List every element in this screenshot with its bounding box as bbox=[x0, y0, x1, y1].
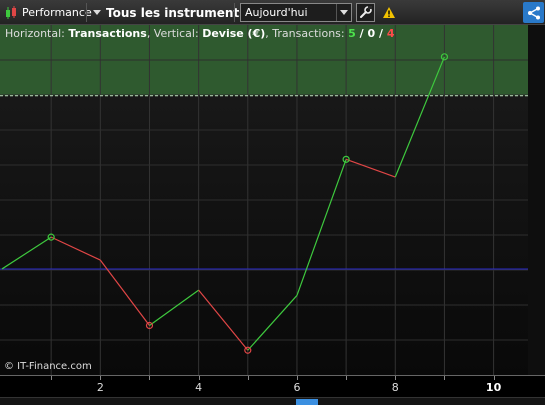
x-tick-label: 6 bbox=[293, 381, 301, 394]
candlestick-icon bbox=[6, 5, 16, 19]
series-segment bbox=[198, 289, 249, 351]
share-button[interactable] bbox=[523, 2, 544, 23]
toolbar: Performance Tous les instruments Aujourd… bbox=[0, 0, 545, 25]
x-tick bbox=[51, 376, 53, 380]
warning-icon bbox=[382, 7, 395, 18]
horizontal-value: Transactions bbox=[68, 27, 147, 40]
x-tick bbox=[198, 376, 200, 380]
x-tick-label: 2 bbox=[96, 381, 104, 394]
transactions-prefix: , Transactions: bbox=[265, 27, 349, 40]
toolbar-divider bbox=[86, 3, 87, 22]
horizontal-prefix: Horizontal: bbox=[5, 27, 69, 40]
performance-label: Performance bbox=[22, 6, 92, 19]
x-tick bbox=[247, 376, 249, 380]
series-segment bbox=[149, 289, 199, 326]
count-separator: / bbox=[355, 27, 368, 40]
x-tick bbox=[149, 376, 151, 380]
count-separator: / bbox=[375, 27, 387, 40]
chart-plot bbox=[0, 25, 528, 375]
share-icon bbox=[527, 6, 540, 19]
chart-header: Horizontal: Transactions, Vertical: Devi… bbox=[5, 27, 394, 40]
x-tick bbox=[296, 376, 298, 380]
series-segment bbox=[345, 158, 396, 178]
series-segment bbox=[247, 295, 298, 351]
losses-count: 4 bbox=[386, 27, 395, 40]
period-value: Aujourd'hui bbox=[245, 6, 308, 19]
instruments-dropdown[interactable]: Tous les instruments bbox=[93, 0, 246, 25]
wins-count: 5 bbox=[348, 27, 356, 40]
vertical-value: Devise (€) bbox=[202, 27, 266, 40]
performance-button[interactable]: Performance bbox=[4, 0, 92, 25]
chevron-down-icon bbox=[93, 10, 101, 15]
neutral-count: 0 bbox=[367, 27, 376, 40]
horizontal-scrollbar[interactable] bbox=[0, 397, 545, 405]
instruments-label: Tous les instruments bbox=[106, 5, 247, 20]
series-segment bbox=[50, 236, 101, 261]
x-tick bbox=[346, 376, 348, 380]
performance-chart[interactable]: Horizontal: Transactions, Vertical: Devi… bbox=[0, 25, 528, 375]
x-tick bbox=[444, 376, 446, 380]
chevron-down-icon[interactable] bbox=[336, 4, 351, 21]
x-tick-label: 8 bbox=[391, 381, 399, 394]
series-segment bbox=[1, 236, 52, 270]
copyright-text: © IT-Finance.com bbox=[4, 361, 92, 372]
x-tick-label: 4 bbox=[195, 381, 203, 394]
wrench-icon bbox=[360, 6, 372, 18]
x-tick bbox=[100, 376, 102, 380]
vertical-prefix: , Vertical: bbox=[146, 27, 203, 40]
period-select[interactable]: Aujourd'hui bbox=[240, 3, 352, 22]
toolbar-divider bbox=[234, 3, 235, 22]
right-scale bbox=[528, 25, 545, 375]
warning-button[interactable] bbox=[379, 3, 398, 22]
series-segment bbox=[296, 159, 347, 296]
x-tick-label: 10 bbox=[485, 381, 502, 394]
settings-button[interactable] bbox=[356, 3, 375, 22]
x-tick bbox=[493, 376, 495, 380]
x-axis: 2 4 6 8 10 bbox=[0, 375, 545, 397]
x-tick bbox=[395, 376, 397, 380]
scrollbar-thumb[interactable] bbox=[296, 399, 318, 405]
